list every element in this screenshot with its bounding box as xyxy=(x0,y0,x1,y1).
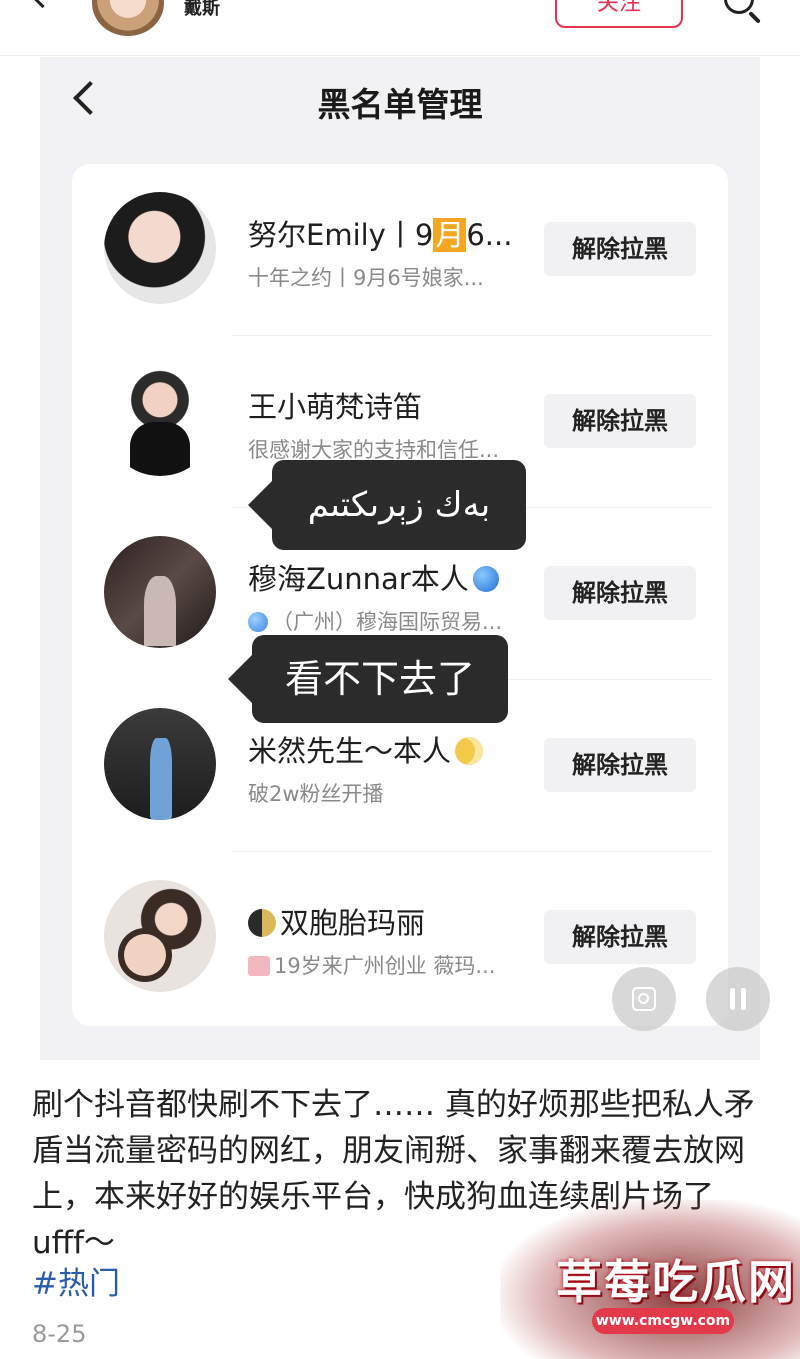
user-name-highlight: 月 xyxy=(433,218,467,252)
unblock-button[interactable]: 解除拉黑 xyxy=(544,910,696,964)
post-date: 8-25 xyxy=(32,1320,87,1348)
avatar[interactable] xyxy=(104,364,216,476)
avatar[interactable] xyxy=(104,536,216,648)
bubble-text: 看不下去了 xyxy=(284,657,475,701)
blue-circle-icon xyxy=(248,612,268,632)
hashtag-link[interactable]: #热门 xyxy=(32,1258,120,1303)
bubble-text: بەك زېرىكتىم xyxy=(307,485,491,525)
avatar[interactable] xyxy=(104,192,216,304)
top-app-bar: 戴斯 关注 xyxy=(0,0,800,56)
user-bio: （广州）穆海国际贸易... xyxy=(248,606,502,636)
blocklist-card: 努尔Emily丨9月6... 十年之约丨9月6号娘家... 解除拉黑 王小萌梵诗… xyxy=(72,164,728,1026)
blue-circle-icon xyxy=(472,566,499,592)
user-name-text: 双胞胎玛丽 xyxy=(280,906,426,940)
avatar[interactable] xyxy=(104,880,216,992)
speech-bubble: 看不下去了 xyxy=(228,635,508,723)
watermark-title: 草莓吃瓜网 xyxy=(556,1255,796,1309)
user-name[interactable]: 米然先生～本人 xyxy=(248,728,484,770)
account-name[interactable]: 戴斯 xyxy=(184,0,220,20)
user-name-text: 穆海Zunnar本人 xyxy=(248,562,469,596)
user-name-part: 6... xyxy=(466,218,513,252)
user-name-part: 努尔Emily丨9 xyxy=(248,218,434,252)
user-bio-text: （广州）穆海国际贸易... xyxy=(272,610,503,634)
user-bio-text: 19岁来广州创业 薇玛... xyxy=(274,954,496,978)
user-name[interactable]: 双胞胎玛丽 xyxy=(248,900,425,942)
user-name[interactable]: 努尔Emily丨9月6... xyxy=(248,212,512,254)
scan-icon[interactable] xyxy=(612,967,676,1031)
user-bio: 破2w粉丝开播 xyxy=(248,782,384,806)
unblock-button[interactable]: 解除拉黑 xyxy=(544,222,696,276)
avatar[interactable] xyxy=(104,708,216,820)
unblock-button[interactable]: 解除拉黑 xyxy=(544,566,696,620)
speech-bubble: بەك زېرىكتىم xyxy=(248,460,526,550)
moon-icon xyxy=(455,737,484,765)
unblock-button[interactable]: 解除拉黑 xyxy=(544,738,696,792)
watermark-url: www.cmcgw.com xyxy=(592,1308,734,1334)
user-name[interactable]: 穆海Zunnar本人 xyxy=(248,556,499,598)
half-moon-icon xyxy=(248,909,276,937)
user-bio: 十年之约丨9月6号娘家... xyxy=(248,266,484,290)
user-bio: 19岁来广州创业 薇玛... xyxy=(248,950,495,980)
list-item: 努尔Emily丨9月6... 十年之约丨9月6号娘家... 解除拉黑 xyxy=(72,164,728,336)
user-name[interactable]: 王小萌梵诗笛 xyxy=(248,384,422,426)
user-name-text: 米然先生～本人 xyxy=(248,734,452,768)
gift-icon xyxy=(248,956,270,976)
unblock-button[interactable]: 解除拉黑 xyxy=(544,394,696,448)
back-arrow-icon[interactable] xyxy=(24,0,61,9)
avatar[interactable] xyxy=(92,0,164,36)
page-title: 黑名单管理 xyxy=(317,85,483,124)
pause-icon[interactable] xyxy=(706,967,770,1031)
follow-button[interactable]: 关注 xyxy=(555,0,683,28)
search-icon[interactable] xyxy=(724,0,754,14)
